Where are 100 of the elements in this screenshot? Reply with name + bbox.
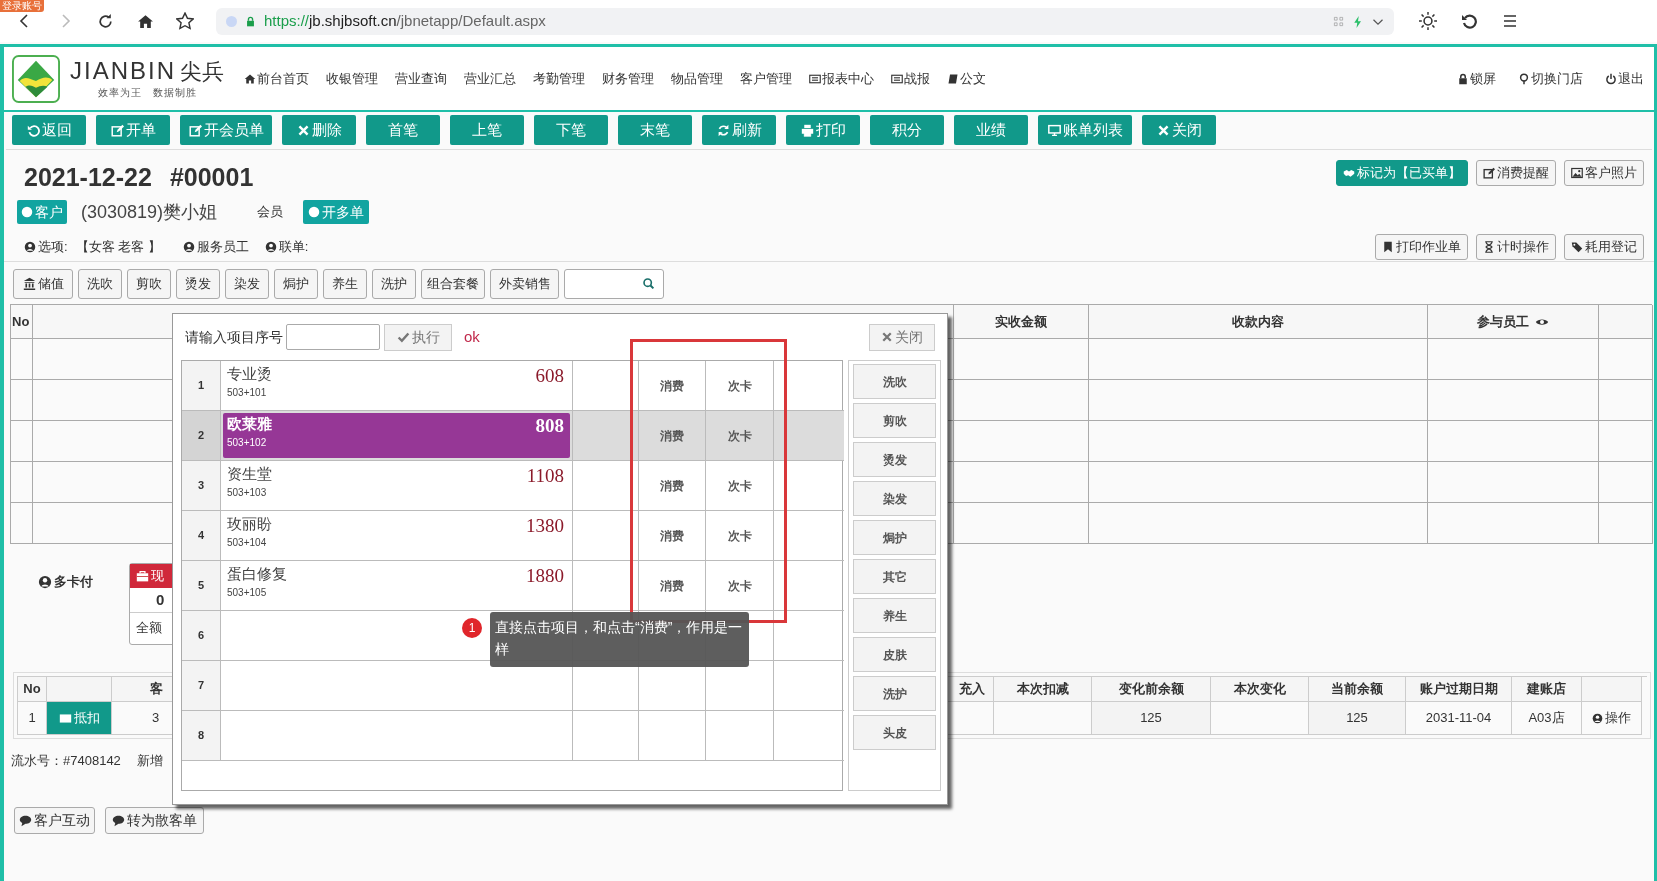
item-action-link[interactable]: 次卡: [727, 476, 752, 495]
category-button[interactable]: 洗护: [372, 268, 416, 299]
toolbar-button[interactable]: 开单: [96, 115, 170, 145]
item-code: 503+101: [227, 386, 268, 400]
dialog-category-button[interactable]: 染发: [853, 481, 936, 516]
nav-link[interactable]: 考勤管理: [533, 68, 585, 89]
toolbar-button[interactable]: 积分: [870, 115, 944, 145]
table-cell: 125: [1309, 702, 1406, 735]
toolbar-button[interactable]: 账单列表: [1038, 115, 1132, 145]
item-tile[interactable]: 蛋白修复 503+105 1880: [223, 563, 570, 608]
item-action-link[interactable]: 次卡: [727, 576, 752, 595]
category-button[interactable]: 焗护: [274, 268, 318, 299]
order-action-button[interactable]: 客户照片: [1564, 160, 1644, 186]
multi-card-label: 多卡付: [54, 573, 93, 591]
nav-link[interactable]: 公文: [947, 68, 986, 89]
dialog-category-button[interactable]: 养生: [853, 598, 936, 633]
toolbar-button[interactable]: 末笔: [618, 115, 692, 145]
item-action-link[interactable]: 消费: [660, 576, 684, 595]
operate-button[interactable]: 操作: [1592, 708, 1631, 728]
row-number: 7: [182, 661, 221, 711]
column-header: 变化前余额: [1092, 677, 1211, 702]
category-button[interactable]: 烫发: [176, 268, 220, 299]
header-action-link[interactable]: 退出: [1605, 68, 1644, 89]
toolbar-button[interactable]: 开会员单: [180, 115, 272, 145]
toolbar-button[interactable]: 打印: [786, 115, 860, 145]
column-header: 本次变化: [1211, 677, 1309, 702]
item-action-link[interactable]: 次卡: [727, 376, 752, 395]
nav-link[interactable]: 营业查询: [395, 68, 447, 89]
nav-link[interactable]: 营业汇总: [464, 68, 516, 89]
dialog-category-button[interactable]: 头皮: [853, 715, 936, 750]
footer-button[interactable]: 客户互动: [14, 806, 95, 834]
category-button[interactable]: 剪吹: [127, 268, 171, 299]
nav-link[interactable]: 前台首页: [244, 68, 309, 89]
toolbar-button[interactable]: 刷新: [702, 115, 776, 145]
category-button[interactable]: 养生: [323, 268, 367, 299]
header-action-link[interactable]: 锁屏: [1457, 68, 1496, 89]
item-action-link[interactable]: 消费: [660, 476, 684, 495]
order-action-button[interactable]: 标记为【已买单】: [1336, 160, 1468, 186]
dialog-category-button[interactable]: 洗护: [853, 676, 936, 711]
toolbar-button[interactable]: 下笔: [534, 115, 608, 145]
category-button[interactable]: 外卖销售: [490, 268, 559, 299]
url-text: https://jb.shjbsoft.cn/jbnetapp/Default.aspx: [264, 10, 546, 31]
toolbar-button[interactable]: 首笔: [366, 115, 440, 145]
column-header: 收款内容: [1089, 305, 1428, 339]
column-header: 建账店: [1512, 677, 1582, 702]
item-action-link[interactable]: 次卡: [727, 526, 752, 545]
serial-number: 流水号：#7408142: [11, 752, 121, 770]
item-code: 503+104: [227, 536, 268, 550]
toolbar-button[interactable]: 上笔: [450, 115, 524, 145]
nav-link[interactable]: 报表中心: [809, 68, 874, 89]
toolbar-button[interactable]: 返回: [12, 115, 86, 145]
row-number: 1: [182, 361, 221, 411]
row-number: 2: [182, 411, 221, 461]
category-button[interactable]: 组合套餐: [421, 268, 485, 299]
order-tool-button[interactable]: 计时操作: [1476, 233, 1556, 260]
toolbar-button[interactable]: 业绩: [954, 115, 1028, 145]
dialog-category-button[interactable]: 皮肤: [853, 637, 936, 672]
item-name: 资生堂: [227, 464, 272, 484]
order-date: 2021-12-22: [24, 162, 152, 192]
item-tile[interactable]: 欧莱雅 503+102 808: [223, 413, 570, 458]
order-tool-button[interactable]: 打印作业单: [1375, 233, 1468, 260]
header-action-link[interactable]: 切换门店: [1518, 68, 1583, 89]
execute-button[interactable]: 执行: [384, 323, 452, 351]
item-tile[interactable]: 玫丽盼 503+104 1380: [223, 513, 570, 558]
dialog-category-button[interactable]: 其它: [853, 559, 936, 594]
member-label: 会员: [257, 203, 284, 222]
dialog-category-button[interactable]: 焗护: [853, 520, 936, 555]
deduct-button[interactable]: 抵扣: [47, 702, 111, 734]
footer-button[interactable]: 转为散客单: [105, 806, 204, 834]
category-button[interactable]: 洗吹: [78, 268, 122, 299]
staff-label: 服务员工: [196, 237, 249, 256]
order-action-button[interactable]: 消费提醒: [1476, 160, 1556, 186]
nav-link[interactable]: 战报: [891, 68, 930, 89]
close-dialog-button[interactable]: 关闭: [869, 323, 935, 351]
toolbar-button[interactable]: 删除: [282, 115, 356, 145]
nav-link[interactable]: 财务管理: [602, 68, 654, 89]
order-tool-button[interactable]: 耗用登记: [1564, 233, 1644, 260]
item-action-link[interactable]: 消费: [660, 426, 684, 445]
row-number: 6: [182, 611, 221, 661]
tooltip: 直接点击项目，和点击“消费”，作用是一样: [490, 612, 749, 667]
item-action-link[interactable]: 消费: [660, 526, 684, 545]
item-tile[interactable]: 专业烫 503+101 608: [223, 363, 570, 408]
nav-link[interactable]: 物品管理: [671, 68, 723, 89]
item-price: 1380: [526, 514, 565, 538]
dialog-category-button[interactable]: 烫发: [853, 442, 936, 477]
address-bar[interactable]: https://jb.shjbsoft.cn/jbnetapp/Default.aspx: [216, 7, 1394, 35]
full-amount-button[interactable]: 全额: [130, 613, 162, 643]
category-button[interactable]: 染发: [225, 268, 269, 299]
item-name: 蛋白修复: [227, 564, 287, 584]
row-number: 4: [182, 511, 221, 561]
dialog-category-button[interactable]: 剪吹: [853, 403, 936, 438]
table-cell: 125: [1092, 702, 1211, 735]
item-action-link[interactable]: 消费: [660, 376, 684, 395]
nav-link[interactable]: 客户管理: [740, 68, 792, 89]
item-tile[interactable]: 资生堂 503+103 1108: [223, 463, 570, 508]
toolbar-button[interactable]: 关闭: [1142, 115, 1216, 145]
dialog-category-button[interactable]: 洗吹: [853, 364, 936, 399]
nav-link[interactable]: 收银管理: [326, 68, 378, 89]
category-button[interactable]: 储值: [13, 268, 73, 299]
item-action-link[interactable]: 次卡: [727, 426, 752, 445]
